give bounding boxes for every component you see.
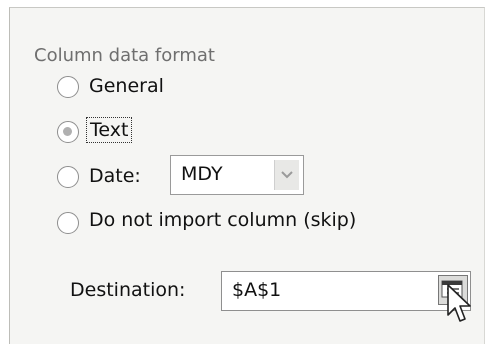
destination-value: $A$1 (232, 279, 282, 301)
skip-label[interactable]: Do not import column (skip) (89, 209, 356, 231)
date-format-select[interactable]: MDY (170, 155, 304, 195)
text-radio[interactable] (57, 121, 79, 143)
date-label[interactable]: Date: (89, 165, 141, 187)
chevron-down-icon (281, 171, 293, 179)
general-label[interactable]: General (89, 75, 164, 97)
date-format-value: MDY (181, 163, 223, 185)
column-data-format-label: Column data format (34, 45, 215, 66)
text-label[interactable]: Text (85, 117, 133, 143)
date-format-dropdown-button[interactable] (274, 160, 299, 190)
skip-radio[interactable] (57, 212, 79, 234)
general-radio[interactable] (57, 76, 79, 98)
mouse-pointer-icon (447, 284, 471, 322)
destination-input[interactable]: $A$1 (221, 271, 471, 311)
destination-label: Destination: (70, 279, 186, 301)
column-data-format-panel: Column data format General Text Date: MD… (9, 7, 485, 344)
date-radio[interactable] (57, 166, 79, 188)
